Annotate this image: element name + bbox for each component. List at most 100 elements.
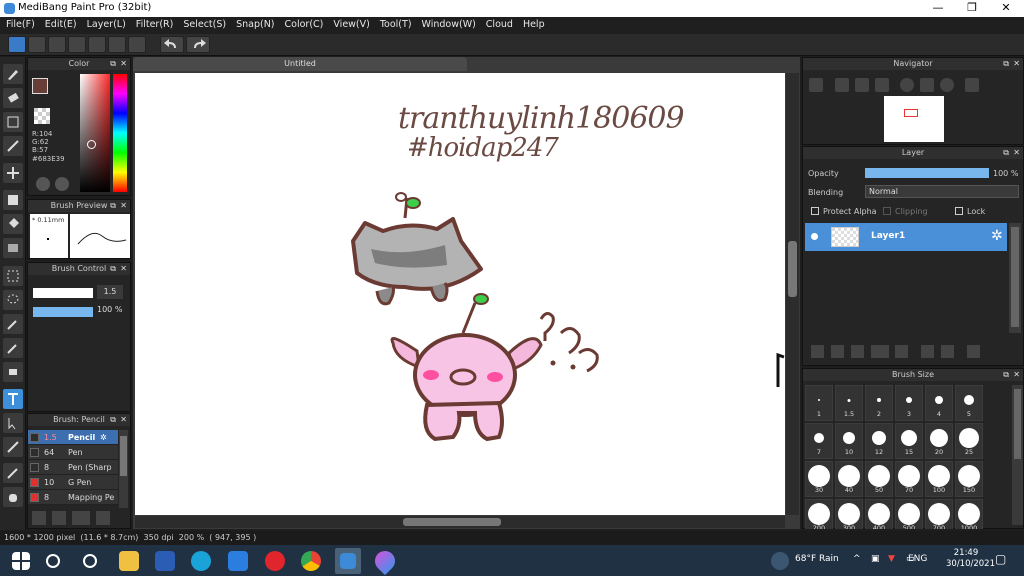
brush-list-scroll-thumb[interactable] bbox=[120, 436, 127, 476]
brush-size-option-5[interactable]: 5 bbox=[955, 385, 983, 421]
weather-icon[interactable] bbox=[771, 552, 789, 570]
layer-opacity-slider[interactable] bbox=[865, 168, 989, 178]
zoom-out-icon[interactable] bbox=[875, 78, 889, 92]
weather-text[interactable]: 68°F Rain bbox=[795, 554, 839, 564]
copy-brush-icon[interactable] bbox=[52, 511, 66, 525]
comment-icon[interactable] bbox=[48, 36, 66, 53]
menu-layer[interactable]: Layer(L) bbox=[81, 17, 130, 30]
team-icon[interactable] bbox=[68, 36, 86, 53]
brush-size-option-500[interactable]: 500 bbox=[895, 499, 923, 529]
navigator-thumbnail[interactable] bbox=[884, 96, 944, 142]
canvas-vertical-scrollbar[interactable] bbox=[786, 73, 799, 515]
brush-size-option-700[interactable]: 700 bbox=[925, 499, 953, 529]
fit-window-icon[interactable] bbox=[855, 78, 869, 92]
brush-item-pencil[interactable]: 1.5 Pencil ✲ bbox=[28, 430, 118, 445]
eyedropper-tool-icon[interactable] bbox=[3, 463, 23, 483]
popout-icon[interactable]: ⧉ bbox=[1003, 369, 1009, 381]
brush-size-option-3[interactable]: 3 bbox=[895, 385, 923, 421]
blur-tool-icon[interactable] bbox=[3, 136, 23, 156]
layer-list-scroll-thumb[interactable] bbox=[1011, 227, 1019, 327]
actual-size-icon[interactable] bbox=[920, 78, 934, 92]
zoom-in-icon[interactable] bbox=[809, 78, 823, 92]
word-icon[interactable] bbox=[155, 551, 175, 571]
edge-icon[interactable] bbox=[191, 551, 211, 571]
drawing-canvas[interactable]: tranthuylinh180609 #hoidap247 bbox=[135, 73, 785, 515]
brush-menu-icon[interactable] bbox=[72, 511, 90, 525]
windows-start-icon[interactable] bbox=[12, 552, 30, 570]
close-icon[interactable]: ✕ bbox=[120, 58, 127, 70]
popout-icon[interactable]: ⧉ bbox=[110, 414, 116, 426]
vivaldi-tray-icon[interactable]: ▼ bbox=[888, 554, 895, 564]
bucket-tool-icon[interactable] bbox=[3, 214, 23, 234]
operation-tool-icon[interactable] bbox=[3, 413, 23, 433]
select-tool-icon[interactable] bbox=[3, 266, 23, 286]
dot-tool-icon[interactable] bbox=[3, 112, 23, 132]
brush-size-option-150[interactable]: 150 bbox=[955, 461, 983, 497]
brush-size-option-20[interactable]: 20 bbox=[925, 423, 953, 459]
trash-icon[interactable] bbox=[967, 345, 980, 358]
zoom-in-step-icon[interactable] bbox=[835, 78, 849, 92]
share-icon[interactable] bbox=[28, 36, 46, 53]
layer-list-scrollbar[interactable] bbox=[1009, 223, 1021, 333]
notification-icon[interactable]: ▢ bbox=[995, 552, 1006, 566]
zalo-icon[interactable] bbox=[228, 551, 248, 571]
hue-slider[interactable] bbox=[113, 74, 127, 192]
close-icon[interactable]: ✕ bbox=[1013, 58, 1020, 70]
close-button[interactable]: ✕ bbox=[989, 0, 1023, 17]
popout-icon[interactable]: ⧉ bbox=[1003, 147, 1009, 159]
menu-window[interactable]: Window(W) bbox=[416, 17, 480, 30]
tray-chevron-icon[interactable]: ^ bbox=[853, 554, 861, 564]
brush-list-scrollbar[interactable] bbox=[119, 430, 128, 508]
chrome-icon[interactable] bbox=[301, 551, 321, 571]
close-icon[interactable]: ✕ bbox=[120, 263, 127, 275]
hand-tool-icon[interactable] bbox=[3, 487, 23, 507]
undo-icon[interactable] bbox=[160, 36, 184, 53]
popout-icon[interactable]: ⧉ bbox=[1003, 58, 1009, 70]
add-layer-menu-icon[interactable] bbox=[871, 345, 889, 358]
page-icon[interactable] bbox=[88, 36, 106, 53]
popout-icon[interactable]: ⧉ bbox=[110, 200, 116, 212]
select-eraser-tool-icon[interactable] bbox=[3, 362, 23, 382]
primary-color-swatch[interactable] bbox=[32, 78, 48, 94]
brush-size-option-40[interactable]: 40 bbox=[835, 461, 863, 497]
popout-icon[interactable]: ⧉ bbox=[110, 263, 116, 275]
lock-checkbox[interactable] bbox=[955, 207, 963, 215]
lang-indicator[interactable]: ENG bbox=[908, 554, 927, 564]
brush-opacity-slider[interactable] bbox=[33, 307, 93, 317]
brush-size-slider[interactable] bbox=[33, 288, 93, 298]
duplicate-layer-icon[interactable] bbox=[921, 345, 934, 358]
lasso-tool-icon[interactable] bbox=[3, 290, 23, 310]
brush-size-option-200[interactable]: 200 bbox=[805, 499, 833, 529]
layer-row-layer1[interactable]: Layer1 ✲ bbox=[805, 223, 1007, 251]
transparent-color-swatch[interactable] bbox=[34, 108, 50, 124]
close-icon[interactable]: ✕ bbox=[1013, 369, 1020, 381]
fill-rect-tool-icon[interactable] bbox=[3, 190, 23, 210]
menu-snap[interactable]: Snap(N) bbox=[230, 17, 278, 30]
flip-icon[interactable] bbox=[965, 78, 979, 92]
paint-app-icon[interactable] bbox=[370, 546, 400, 576]
select-pen-tool-icon[interactable] bbox=[3, 338, 23, 358]
color-history-icon[interactable] bbox=[55, 177, 69, 191]
move-tool-icon[interactable] bbox=[3, 163, 23, 183]
close-icon[interactable]: ✕ bbox=[1013, 147, 1020, 159]
cloud-icon[interactable] bbox=[8, 36, 26, 53]
medibang-taskbar-icon[interactable] bbox=[335, 548, 361, 574]
brush-size-option-50[interactable]: 50 bbox=[865, 461, 893, 497]
brush-size-option-30[interactable]: 30 bbox=[805, 461, 833, 497]
brush-size-value[interactable]: 1.5 bbox=[97, 285, 123, 299]
brush-settings-gear-icon[interactable]: ✲ bbox=[100, 430, 107, 445]
menu-tool[interactable]: Tool(T) bbox=[374, 17, 416, 30]
grid-icon[interactable] bbox=[128, 36, 146, 53]
brush-size-option-10[interactable]: 10 bbox=[835, 423, 863, 459]
brush-size-option-1[interactable]: 1 bbox=[805, 385, 833, 421]
new-layer-icon[interactable] bbox=[811, 345, 824, 358]
opera-icon[interactable] bbox=[265, 551, 285, 571]
brush-size-option-1.5[interactable]: 1.5 bbox=[835, 385, 863, 421]
text-tool-icon[interactable] bbox=[3, 389, 23, 409]
eye-icon[interactable] bbox=[811, 233, 818, 240]
palette-icon[interactable] bbox=[36, 177, 50, 191]
brush-size-scrollbar[interactable] bbox=[1012, 385, 1023, 525]
popout-icon[interactable]: ⧉ bbox=[110, 58, 116, 70]
gradient-tool-icon[interactable] bbox=[3, 238, 23, 258]
brush-item-mapping-pen[interactable]: 8 Mapping Pe bbox=[28, 490, 118, 505]
